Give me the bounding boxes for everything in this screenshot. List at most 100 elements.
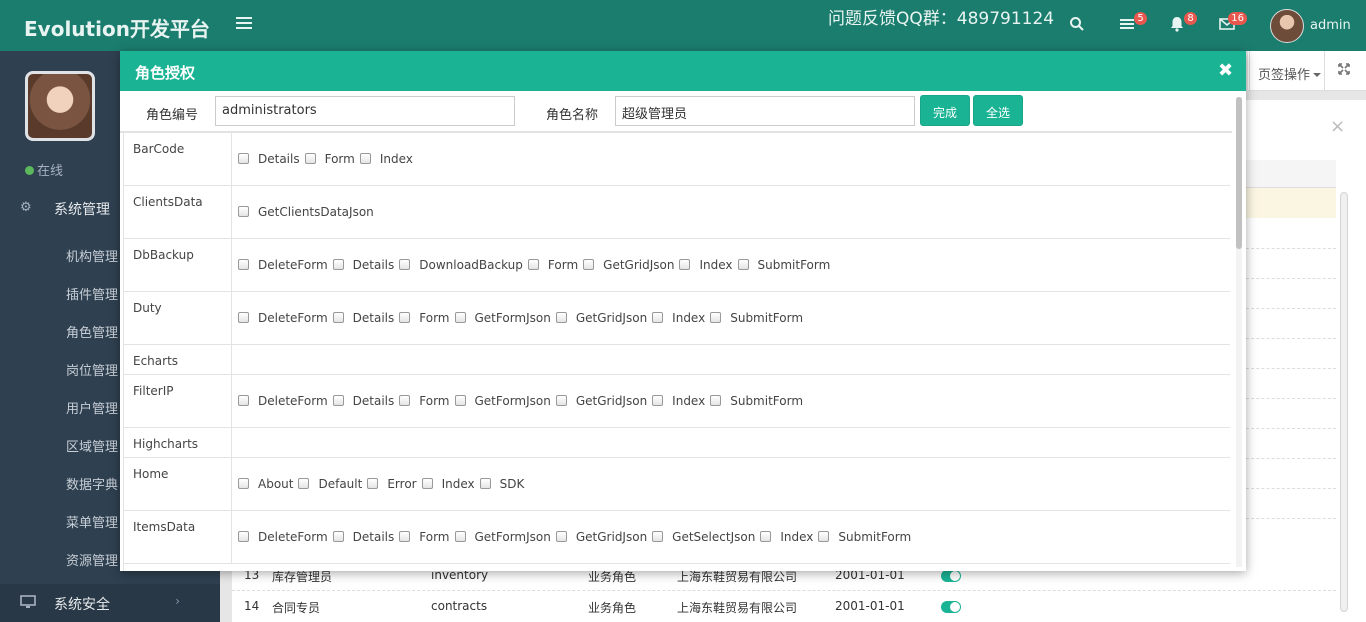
action-label[interactable]: Form bbox=[419, 394, 449, 408]
sidebar-item-dictionary[interactable]: 数据字典 bbox=[66, 474, 118, 493]
fullscreen-icon[interactable] bbox=[1338, 63, 1350, 79]
action-checkbox-item[interactable]: DeleteForm bbox=[238, 530, 328, 544]
checkbox[interactable] bbox=[679, 259, 691, 270]
action-checkbox-item[interactable]: SDK bbox=[479, 477, 525, 491]
search-icon[interactable] bbox=[1069, 16, 1089, 36]
action-label[interactable]: SubmitForm bbox=[758, 258, 831, 272]
checkbox[interactable] bbox=[238, 206, 249, 217]
action-label[interactable]: GetSelectJson bbox=[672, 530, 755, 544]
action-label[interactable]: DeleteForm bbox=[258, 311, 328, 325]
user-avatar[interactable] bbox=[1270, 9, 1304, 43]
action-checkbox-item[interactable]: Default bbox=[298, 477, 362, 491]
action-label[interactable]: DownloadBackup bbox=[419, 258, 523, 272]
action-checkbox-item[interactable]: Details bbox=[332, 530, 395, 544]
action-label[interactable]: GetFormJson bbox=[475, 394, 551, 408]
action-label[interactable]: SubmitForm bbox=[730, 394, 803, 408]
action-checkbox-item[interactable]: SubmitForm bbox=[737, 258, 831, 272]
action-label[interactable]: DeleteForm bbox=[258, 530, 328, 544]
action-label[interactable]: Details bbox=[258, 152, 300, 166]
checkbox[interactable] bbox=[652, 531, 664, 542]
sidebar-item-area[interactable]: 区域管理 bbox=[66, 436, 118, 455]
checkbox[interactable] bbox=[652, 312, 664, 323]
close-icon[interactable]: ✖ bbox=[1218, 60, 1233, 81]
action-checkbox-item[interactable]: Form bbox=[399, 394, 450, 408]
action-checkbox-item[interactable]: Index bbox=[652, 311, 705, 325]
checkbox[interactable] bbox=[332, 259, 344, 270]
checkbox[interactable] bbox=[454, 395, 466, 406]
action-checkbox-item[interactable]: Index bbox=[652, 394, 705, 408]
checkbox[interactable] bbox=[583, 259, 595, 270]
sidebar-item-duty[interactable]: 岗位管理 bbox=[66, 360, 118, 379]
checkbox[interactable] bbox=[367, 478, 379, 489]
action-label[interactable]: Error bbox=[387, 477, 416, 491]
role-name-input[interactable]: 超级管理员 bbox=[615, 96, 915, 126]
checkbox[interactable] bbox=[760, 531, 772, 542]
checkbox[interactable] bbox=[238, 395, 249, 406]
checkbox[interactable] bbox=[710, 312, 722, 323]
action-label[interactable]: Index bbox=[780, 530, 813, 544]
action-checkbox-item[interactable]: GetFormJson bbox=[454, 394, 551, 408]
done-button[interactable]: 完成 bbox=[920, 95, 970, 126]
action-label[interactable]: GetClientsDataJson bbox=[258, 205, 374, 219]
action-checkbox-item[interactable]: Index bbox=[760, 530, 813, 544]
action-label[interactable]: Index bbox=[672, 394, 705, 408]
action-label[interactable]: Details bbox=[353, 258, 395, 272]
checkbox[interactable] bbox=[555, 395, 567, 406]
checkbox[interactable] bbox=[399, 312, 411, 323]
action-checkbox-item[interactable]: Index bbox=[679, 258, 733, 272]
action-label[interactable]: GetGridJson bbox=[576, 394, 647, 408]
action-checkbox-item[interactable]: Details bbox=[332, 258, 395, 272]
action-label[interactable]: GetFormJson bbox=[475, 530, 551, 544]
action-label[interactable]: SDK bbox=[500, 477, 525, 491]
role-code-input[interactable]: administrators bbox=[215, 96, 515, 126]
user-name[interactable]: admin bbox=[1310, 18, 1351, 33]
sidebar-item-users[interactable]: 用户管理 bbox=[66, 398, 118, 417]
action-checkbox-item[interactable]: GetClientsDataJson bbox=[238, 205, 374, 219]
action-label[interactable]: Details bbox=[353, 530, 395, 544]
action-label[interactable]: Form bbox=[419, 311, 449, 325]
checkbox[interactable] bbox=[304, 153, 316, 164]
action-checkbox-item[interactable]: GetGridJson bbox=[555, 530, 647, 544]
tasks-icon[interactable]: 5 bbox=[1119, 12, 1147, 36]
action-label[interactable]: Index bbox=[699, 258, 732, 272]
action-label[interactable]: Default bbox=[318, 477, 362, 491]
action-checkbox-item[interactable]: Details bbox=[332, 394, 394, 408]
checkbox[interactable] bbox=[332, 531, 344, 542]
checkbox[interactable] bbox=[421, 478, 433, 489]
action-checkbox-item[interactable]: GetFormJson bbox=[454, 311, 551, 325]
checkbox[interactable] bbox=[399, 395, 411, 406]
action-checkbox-item[interactable]: DeleteForm bbox=[238, 311, 328, 325]
table-row[interactable]: 14 合同专员 contracts 业务角色 上海东鞋贸易有限公司 2001-0… bbox=[232, 590, 1336, 620]
action-checkbox-item[interactable]: SubmitForm bbox=[710, 394, 803, 408]
select-all-button[interactable]: 全选 bbox=[973, 95, 1023, 126]
page-ops-dropdown[interactable]: 页签操作 bbox=[1249, 51, 1325, 91]
action-checkbox-item[interactable]: DeleteForm bbox=[238, 258, 328, 272]
action-checkbox-item[interactable]: Form bbox=[399, 311, 450, 325]
action-label[interactable]: GetFormJson bbox=[475, 311, 551, 325]
enabled-toggle[interactable] bbox=[941, 601, 961, 613]
action-label[interactable]: Index bbox=[672, 311, 705, 325]
action-checkbox-item[interactable]: Index bbox=[359, 152, 413, 166]
action-label[interactable]: Form bbox=[325, 152, 355, 166]
action-checkbox-item[interactable]: SubmitForm bbox=[818, 530, 911, 544]
action-label[interactable]: GetGridJson bbox=[603, 258, 674, 272]
checkbox[interactable] bbox=[527, 259, 539, 270]
action-checkbox-item[interactable]: GetGridJson bbox=[555, 311, 647, 325]
grid-scrollbar[interactable] bbox=[1340, 192, 1348, 612]
sidebar-item-roles[interactable]: 角色管理 bbox=[66, 322, 118, 341]
sidebar-group-security[interactable]: 系统安全 › bbox=[0, 584, 220, 622]
action-label[interactable]: About bbox=[258, 477, 293, 491]
action-label[interactable]: SubmitForm bbox=[838, 530, 911, 544]
checkbox[interactable] bbox=[479, 478, 491, 489]
sidebar-item-resources[interactable]: 资源管理 bbox=[66, 550, 118, 569]
sidebar-item-menu[interactable]: 菜单管理 bbox=[66, 512, 118, 531]
action-checkbox-item[interactable]: Error bbox=[367, 477, 417, 491]
checkbox[interactable] bbox=[652, 395, 664, 406]
envelope-icon[interactable]: 16 bbox=[1219, 12, 1247, 36]
sidebar-item-plugins[interactable]: 插件管理 bbox=[66, 284, 118, 303]
action-label[interactable]: DeleteForm bbox=[258, 394, 328, 408]
action-label[interactable]: GetGridJson bbox=[576, 530, 647, 544]
action-checkbox-item[interactable]: Form bbox=[527, 258, 578, 272]
action-checkbox-item[interactable]: GetGridJson bbox=[555, 394, 647, 408]
action-checkbox-item[interactable]: DeleteForm bbox=[238, 394, 328, 408]
